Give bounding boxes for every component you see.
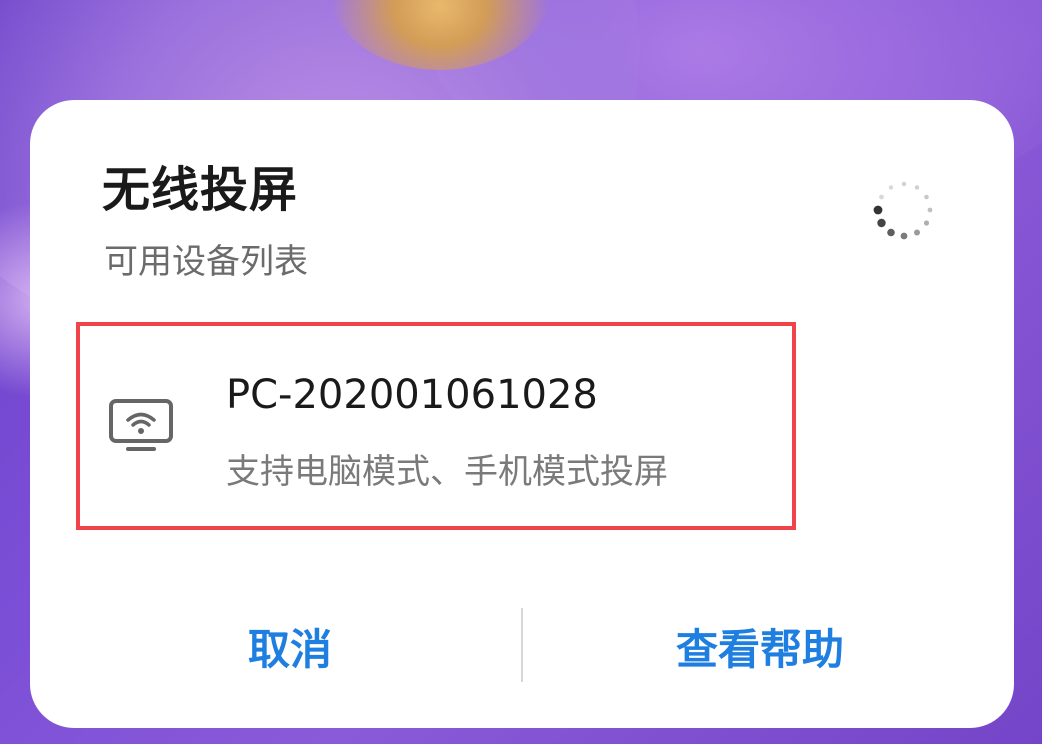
view-help-button[interactable]: 查看帮助 bbox=[520, 618, 1000, 682]
device-description: 支持电脑模式、手机模式投屏 bbox=[226, 452, 668, 492]
device-name: PC-202001061028 bbox=[226, 372, 598, 418]
dialog-subtitle: 可用设备列表 bbox=[104, 242, 308, 282]
dialog-title: 无线投屏 bbox=[102, 162, 299, 218]
wireless-display-icon bbox=[109, 399, 173, 451]
cancel-button[interactable]: 取消 bbox=[50, 618, 530, 682]
wireless-projection-dialog: 无线投屏 可用设备列表 PC-202001061028 支持电脑模式、手机模式投… bbox=[30, 100, 1014, 728]
device-list-item[interactable]: PC-202001061028 支持电脑模式、手机模式投屏 bbox=[76, 322, 796, 530]
spinner-icon bbox=[873, 181, 933, 240]
